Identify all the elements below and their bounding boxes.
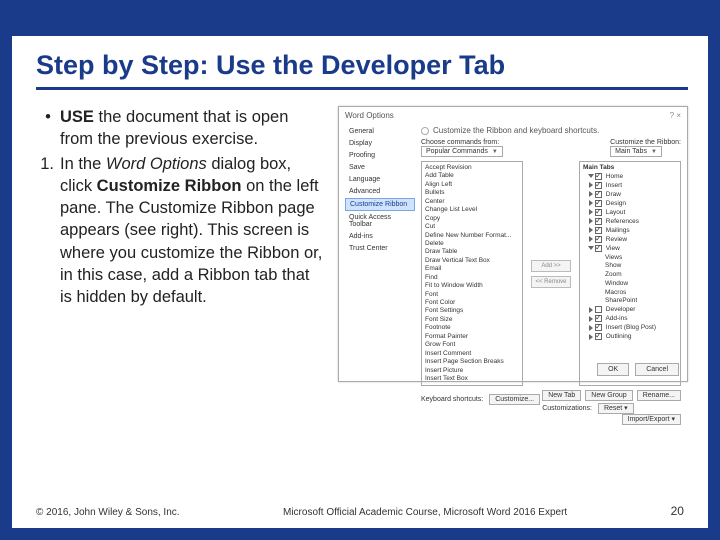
tree-item[interactable]: SharePoint <box>583 297 677 306</box>
nav-item[interactable]: Add-ins <box>345 231 415 242</box>
chevron-down-icon: ▼ <box>492 149 498 155</box>
list-item[interactable]: Draw Vertical Text Box <box>425 257 519 265</box>
reset-button[interactable]: Reset ▾ <box>598 403 634 414</box>
page-number: 20 <box>671 504 684 518</box>
list-item[interactable]: Insert Picture <box>425 367 519 375</box>
nav-item[interactable]: Display <box>345 138 415 149</box>
list-item[interactable]: Accept Revision <box>425 164 519 172</box>
add-button[interactable]: Add >> <box>531 260 571 272</box>
list-item[interactable]: Font Settings <box>425 307 519 315</box>
tree-item[interactable]: Show <box>583 262 677 271</box>
nav-item[interactable]: Quick Access Toolbar <box>345 212 415 230</box>
customizations-label: Customizations: <box>542 405 592 412</box>
list-item[interactable]: Grow Font <box>425 341 519 349</box>
ribbon-tree[interactable]: Main Tabs Home Insert Draw Design Layout… <box>579 161 681 386</box>
slide-title: Step by Step: Use the Developer Tab <box>36 50 688 90</box>
list-item[interactable]: Bullets <box>425 189 519 197</box>
nav-item[interactable]: Language <box>345 174 415 185</box>
list-item[interactable]: Change List Level <box>425 206 519 214</box>
info-icon <box>421 127 429 135</box>
bullet-rest: the document that is open from the previ… <box>60 108 288 148</box>
list-item[interactable]: Draw Table <box>425 248 519 256</box>
bullet-use: • USE the document that is open from the… <box>36 106 324 151</box>
list-item[interactable]: Define New Number Format... <box>425 232 519 240</box>
text-column: • USE the document that is open from the… <box>36 106 324 382</box>
list-item[interactable]: Insert Text Box <box>425 375 519 383</box>
cancel-button[interactable]: Cancel <box>635 363 679 376</box>
list-item[interactable]: Insert Comment <box>425 350 519 358</box>
choose-label: Choose commands from: <box>421 139 503 146</box>
dialog-main: Customize the Ribbon and keyboard shortc… <box>421 126 681 356</box>
customize-ribbon-label: Customize the Ribbon: <box>610 139 681 146</box>
word-options-dialog: Word Options ? × GeneralDisplayProofingS… <box>338 106 688 382</box>
list-item[interactable]: Add Table <box>425 172 519 180</box>
list-item[interactable]: Font <box>425 291 519 299</box>
choose-commands-combo[interactable]: Popular Commands▼ <box>421 146 503 157</box>
copyright: © 2016, John Wiley & Sons, Inc. <box>36 507 180 518</box>
kb-label: Keyboard shortcuts: <box>421 396 483 403</box>
list-item[interactable]: Email <box>425 265 519 273</box>
nav-item[interactable]: Advanced <box>345 186 415 197</box>
tree-item[interactable]: Window <box>583 280 677 289</box>
tree-item[interactable]: Views <box>583 254 677 263</box>
step-italic: Word Options <box>106 155 207 173</box>
list-item[interactable]: Align Left <box>425 181 519 189</box>
list-item[interactable]: Cut <box>425 223 519 231</box>
list-item[interactable]: Format Painter <box>425 333 519 341</box>
list-item[interactable]: Find <box>425 274 519 282</box>
tree-item[interactable]: View <box>583 245 677 254</box>
list-item[interactable]: Font Color <box>425 299 519 307</box>
tree-item[interactable]: Macros <box>583 289 677 298</box>
course-name: Microsoft Official Academic Course, Micr… <box>283 507 567 518</box>
list-item[interactable]: Center <box>425 198 519 206</box>
nav-item[interactable]: Customize Ribbon <box>345 198 415 211</box>
list-item[interactable]: Copy <box>425 215 519 223</box>
ok-button[interactable]: OK <box>597 363 629 376</box>
step-bold: Customize Ribbon <box>97 177 242 195</box>
list-item[interactable]: Delete <box>425 240 519 248</box>
window-controls[interactable]: ? × <box>670 111 681 120</box>
nav-item[interactable]: Save <box>345 162 415 173</box>
import-export-button[interactable]: Import/Export ▾ <box>622 414 681 425</box>
step-number: 1. <box>36 153 60 309</box>
figure-column: Word Options ? × GeneralDisplayProofingS… <box>338 106 688 382</box>
list-item[interactable]: Font Size <box>425 316 519 324</box>
tab-button[interactable]: New Tab <box>542 390 581 401</box>
slide: Step by Step: Use the Developer Tab • US… <box>0 0 720 540</box>
add-remove-buttons: Add >> << Remove <box>529 161 573 386</box>
step-1: 1. In the Word Options dialog box, click… <box>36 153 324 309</box>
dialog-heading: Customize the Ribbon and keyboard shortc… <box>421 126 681 135</box>
tree-item[interactable]: Outlining <box>583 333 677 342</box>
nav-item[interactable]: General <box>345 126 415 137</box>
dialog-nav: GeneralDisplayProofingSaveLanguageAdvanc… <box>345 126 415 356</box>
customize-ribbon-combo[interactable]: Main Tabs▼ <box>610 146 662 157</box>
commands-listbox[interactable]: Accept RevisionAdd TableAlign LeftBullet… <box>421 161 523 386</box>
tab-button[interactable]: New Group <box>585 390 632 401</box>
kb-customize-button[interactable]: Customize... <box>489 394 540 405</box>
bullet-bold: USE <box>60 108 94 126</box>
slide-body: • USE the document that is open from the… <box>36 106 688 382</box>
tree-item[interactable]: Zoom <box>583 271 677 280</box>
list-item[interactable]: Footnote <box>425 324 519 332</box>
bullet-marker: • <box>36 106 60 151</box>
tab-group-buttons: New Tab New Group Rename... <box>542 390 681 401</box>
nav-item[interactable]: Proofing <box>345 150 415 161</box>
slide-footer: © 2016, John Wiley & Sons, Inc. Microsof… <box>36 504 684 518</box>
list-item[interactable]: Fit to Window Width <box>425 282 519 290</box>
dialog-titlebar: Word Options ? × <box>345 111 681 120</box>
nav-item[interactable]: Trust Center <box>345 243 415 254</box>
list-item[interactable]: Insert Page Section Breaks <box>425 358 519 366</box>
tab-button[interactable]: Rename... <box>637 390 681 401</box>
remove-button[interactable]: << Remove <box>531 276 571 288</box>
chevron-down-icon: ▼ <box>651 149 657 155</box>
